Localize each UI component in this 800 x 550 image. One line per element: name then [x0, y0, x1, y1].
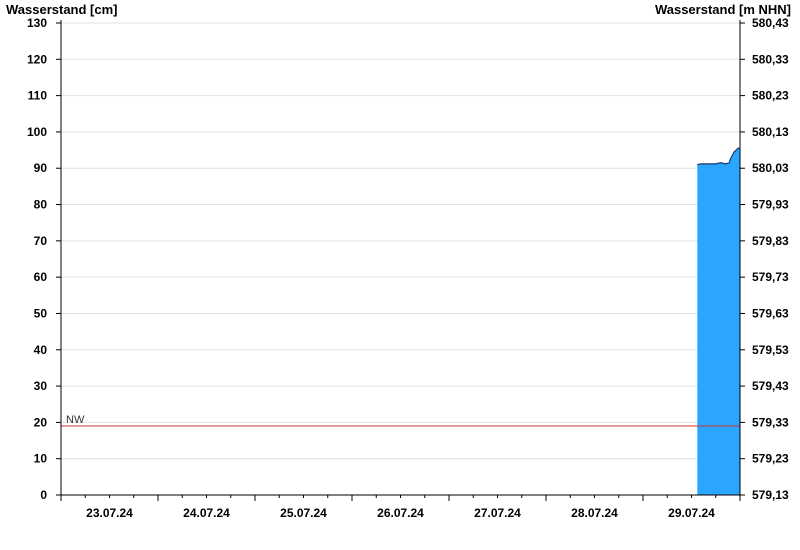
right-tick-label: 580,03 — [752, 161, 789, 175]
right-tick-label: 579,63 — [752, 306, 789, 320]
right-tick-label: 580,13 — [752, 125, 789, 139]
right-tick-label: 579,73 — [752, 270, 789, 284]
x-tick-label: 26.07.24 — [377, 506, 424, 520]
right-tick-label: 579,83 — [752, 234, 789, 248]
left-tick-label: 80 — [34, 198, 48, 212]
nw-label: NW — [66, 414, 85, 426]
right-tick-label: 580,33 — [752, 52, 789, 66]
right-tick-label: 579,43 — [752, 379, 789, 393]
right-tick-label: 579,23 — [752, 452, 789, 466]
right-tick-label: 580,43 — [752, 16, 789, 30]
x-tick-label: 25.07.24 — [280, 506, 327, 520]
right-tick-label: 579,13 — [752, 488, 789, 502]
left-tick-label: 10 — [34, 452, 48, 466]
right-tick-label: 580,23 — [752, 89, 789, 103]
left-tick-label: 90 — [34, 161, 48, 175]
right-tick-label: 579,33 — [752, 415, 789, 429]
water-level-chart: NW 0 579,13 10 579,23 20 579,33 30 579,43 40 579,5… — [27, 16, 789, 520]
left-tick-label: 30 — [34, 379, 48, 393]
x-tick-label: 28.07.24 — [571, 506, 618, 520]
left-tick-label: 120 — [27, 52, 47, 66]
left-tick-label: 110 — [28, 89, 48, 103]
x-tick-label: 24.07.24 — [183, 506, 230, 520]
x-tick-label: 29.07.24 — [668, 506, 715, 520]
left-tick-label: 60 — [34, 270, 48, 284]
left-tick-label: 50 — [34, 306, 48, 320]
left-tick-label: 100 — [27, 125, 47, 139]
right-tick-label: 579,53 — [752, 343, 789, 357]
data-area — [697, 148, 740, 495]
left-tick-label: 0 — [40, 488, 47, 502]
right-tick-label: 579,93 — [752, 198, 789, 212]
x-tick-label: 23.07.24 — [86, 506, 133, 520]
left-tick-label: 40 — [34, 343, 48, 357]
left-tick-label: 20 — [34, 415, 48, 429]
left-tick-label: 130 — [27, 16, 47, 30]
x-tick-label: 27.07.24 — [474, 506, 521, 520]
left-tick-label: 70 — [34, 234, 48, 248]
